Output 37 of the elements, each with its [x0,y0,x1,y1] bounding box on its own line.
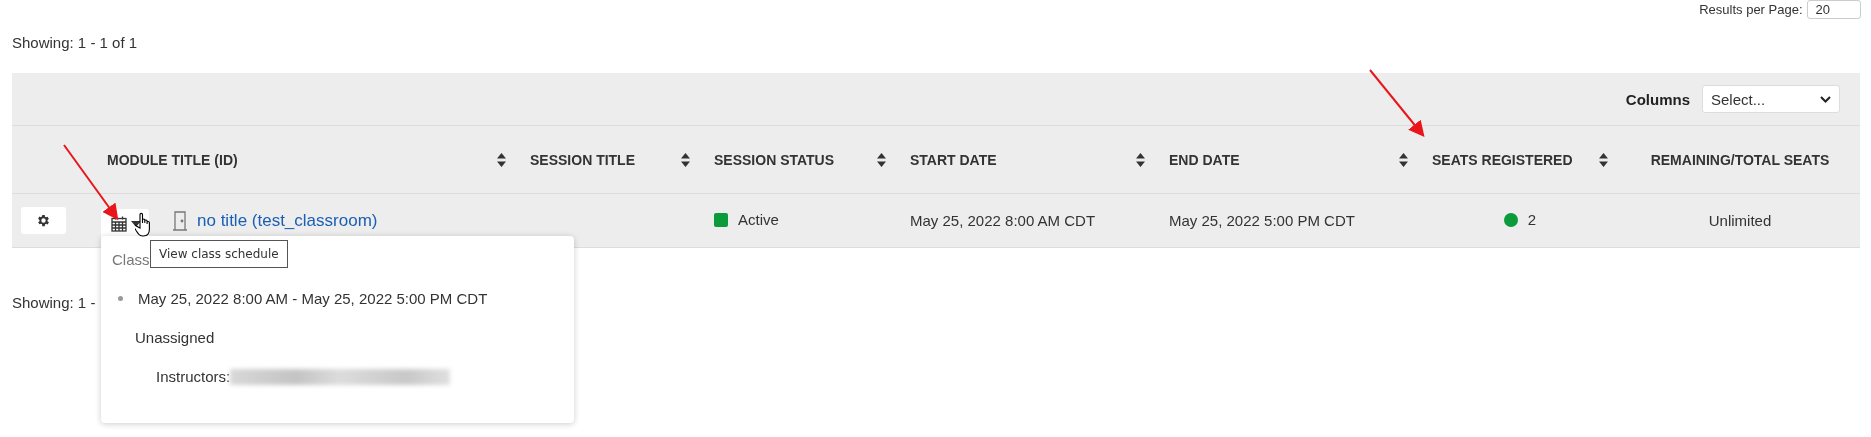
sort-icon[interactable] [1599,152,1608,167]
status-text: Active [738,211,779,229]
sort-icon[interactable] [877,152,886,167]
results-summary: Showing: 1 - [11,294,96,311]
sort-icon[interactable] [1136,152,1145,167]
door-icon [173,210,187,231]
column-header[interactable]: SESSION TITLE [530,147,635,172]
chevron-down-icon [1820,95,1831,103]
results-summary: Showing: 1 - 1 of 1 [11,33,139,53]
seats-count: 2 [1527,211,1537,229]
column-header[interactable]: END DATE [1169,147,1240,172]
bullet-icon [118,296,123,301]
session-location: Unassigned [135,329,216,346]
gear-icon [36,213,51,228]
results-per-page-select[interactable]: 20 [1806,0,1861,19]
column-header[interactable]: START DATE [910,147,997,172]
table-cell: May 25, 2022 8:00 AM CDT [910,212,1096,229]
annotation-arrow [1369,69,1425,138]
sort-icon[interactable] [497,152,506,167]
module-title-link[interactable]: no title (test_classroom) [197,210,378,231]
instructors-label: Instructors: [156,368,231,385]
column-header[interactable]: SEATS REGISTERED [1432,147,1573,172]
session-time: May 25, 2022 8:00 AM - May 25, 2022 5:00 PM CDT [138,290,488,307]
columns-select[interactable]: Select... [1702,85,1840,113]
tooltip: View class schedule [150,240,288,268]
results-per-page-label: Results per Page: [1699,2,1803,17]
columns-label: Columns [1625,90,1690,108]
sort-icon[interactable] [1399,152,1408,167]
column-header[interactable]: MODULE TITLE (ID) [107,147,238,172]
column-header[interactable]: REMAINING/TOTAL SEATS [1650,147,1830,172]
calendar-icon [111,215,127,232]
table-cell: May 25, 2022 5:00 PM CDT [1169,212,1355,229]
table-cell: Unlimited [1708,212,1772,229]
popup-heading: Class [112,251,150,268]
sort-icon[interactable] [681,152,690,167]
column-header[interactable]: SESSION STATUS [714,147,835,172]
settings-button[interactable] [21,207,66,234]
